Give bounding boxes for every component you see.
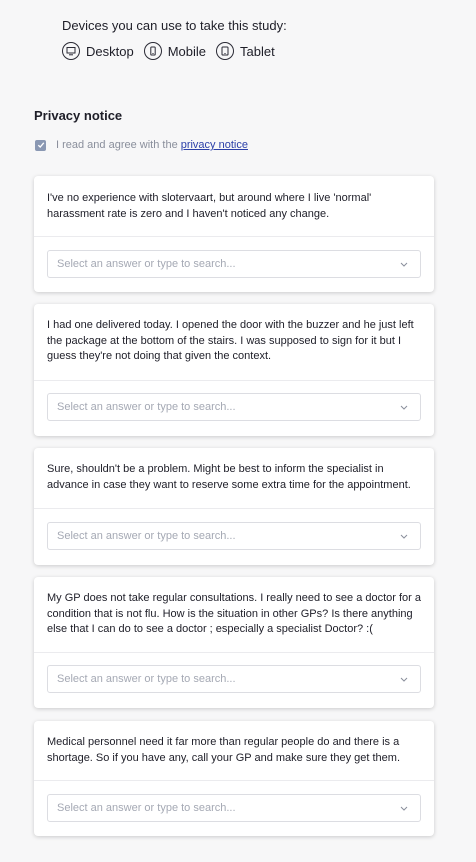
answer-select-placeholder: Select an answer or type to search... [57, 258, 236, 270]
chevron-down-icon [396, 262, 412, 267]
question-text: Sure, shouldn't be a problem. Might be b… [47, 463, 411, 491]
question-card: Sure, shouldn't be a problem. Might be b… [34, 448, 434, 565]
device-desktop: Desktop [62, 42, 134, 60]
tablet-icon [216, 42, 234, 60]
chevron-down-icon [396, 534, 412, 539]
card-divider [34, 652, 434, 653]
answer-select-placeholder: Select an answer or type to search... [57, 530, 236, 542]
privacy-heading: Privacy notice [34, 108, 123, 123]
question-card: My GP does not take regular consultation… [34, 577, 434, 708]
privacy-agree-text: I read and agree with the [56, 139, 178, 151]
device-label: Mobile [167, 43, 206, 59]
answer-select-placeholder: Select an answer or type to search... [57, 401, 236, 413]
card-divider [34, 236, 434, 237]
card-divider [34, 508, 434, 509]
chevron-down-icon [396, 677, 412, 682]
answer-select[interactable]: Select an answer or type to search... [47, 794, 421, 822]
question-card: Medical personnel need it far more than … [34, 721, 434, 836]
study-page: Devices you can use to take this study: … [0, 0, 476, 862]
privacy-agreement: I read and agree with the privacy notice [34, 139, 248, 151]
privacy-notice-link[interactable]: privacy notice [181, 139, 248, 151]
device-mobile: Mobile [143, 42, 206, 60]
answer-select-placeholder: Select an answer or type to search... [57, 673, 236, 685]
card-divider [34, 380, 434, 381]
device-tablet: Tablet [216, 42, 275, 60]
question-text: My GP does not take regular consultation… [47, 592, 422, 635]
answer-select[interactable]: Select an answer or type to search... [47, 393, 421, 421]
question-card: I had one delivered today. I opened the … [34, 304, 434, 436]
chevron-down-icon [396, 806, 412, 811]
answer-select[interactable]: Select an answer or type to search... [47, 250, 421, 278]
devices-title: Devices you can use to take this study: [62, 18, 287, 33]
answer-select-placeholder: Select an answer or type to search... [57, 802, 236, 814]
device-list: Desktop Mobile Tablet [62, 42, 287, 60]
device-label: Desktop [86, 43, 134, 59]
device-label: Tablet [240, 43, 275, 59]
question-card: I've no experience with slotervaart, but… [34, 176, 434, 292]
checkmark-icon [37, 142, 44, 148]
answer-select[interactable]: Select an answer or type to search... [47, 665, 421, 693]
answer-select[interactable]: Select an answer or type to search... [47, 522, 421, 550]
privacy-checkbox[interactable] [35, 139, 46, 151]
question-text: I had one delivered today. I opened the … [47, 319, 414, 362]
chevron-down-icon [396, 405, 412, 410]
question-text: I've no experience with slotervaart, but… [47, 192, 372, 220]
question-text: Medical personnel need it far more than … [47, 736, 401, 764]
desktop-icon [62, 42, 80, 60]
card-divider [34, 780, 434, 781]
mobile-icon [143, 42, 162, 60]
devices-section: Devices you can use to take this study: … [62, 17, 287, 60]
